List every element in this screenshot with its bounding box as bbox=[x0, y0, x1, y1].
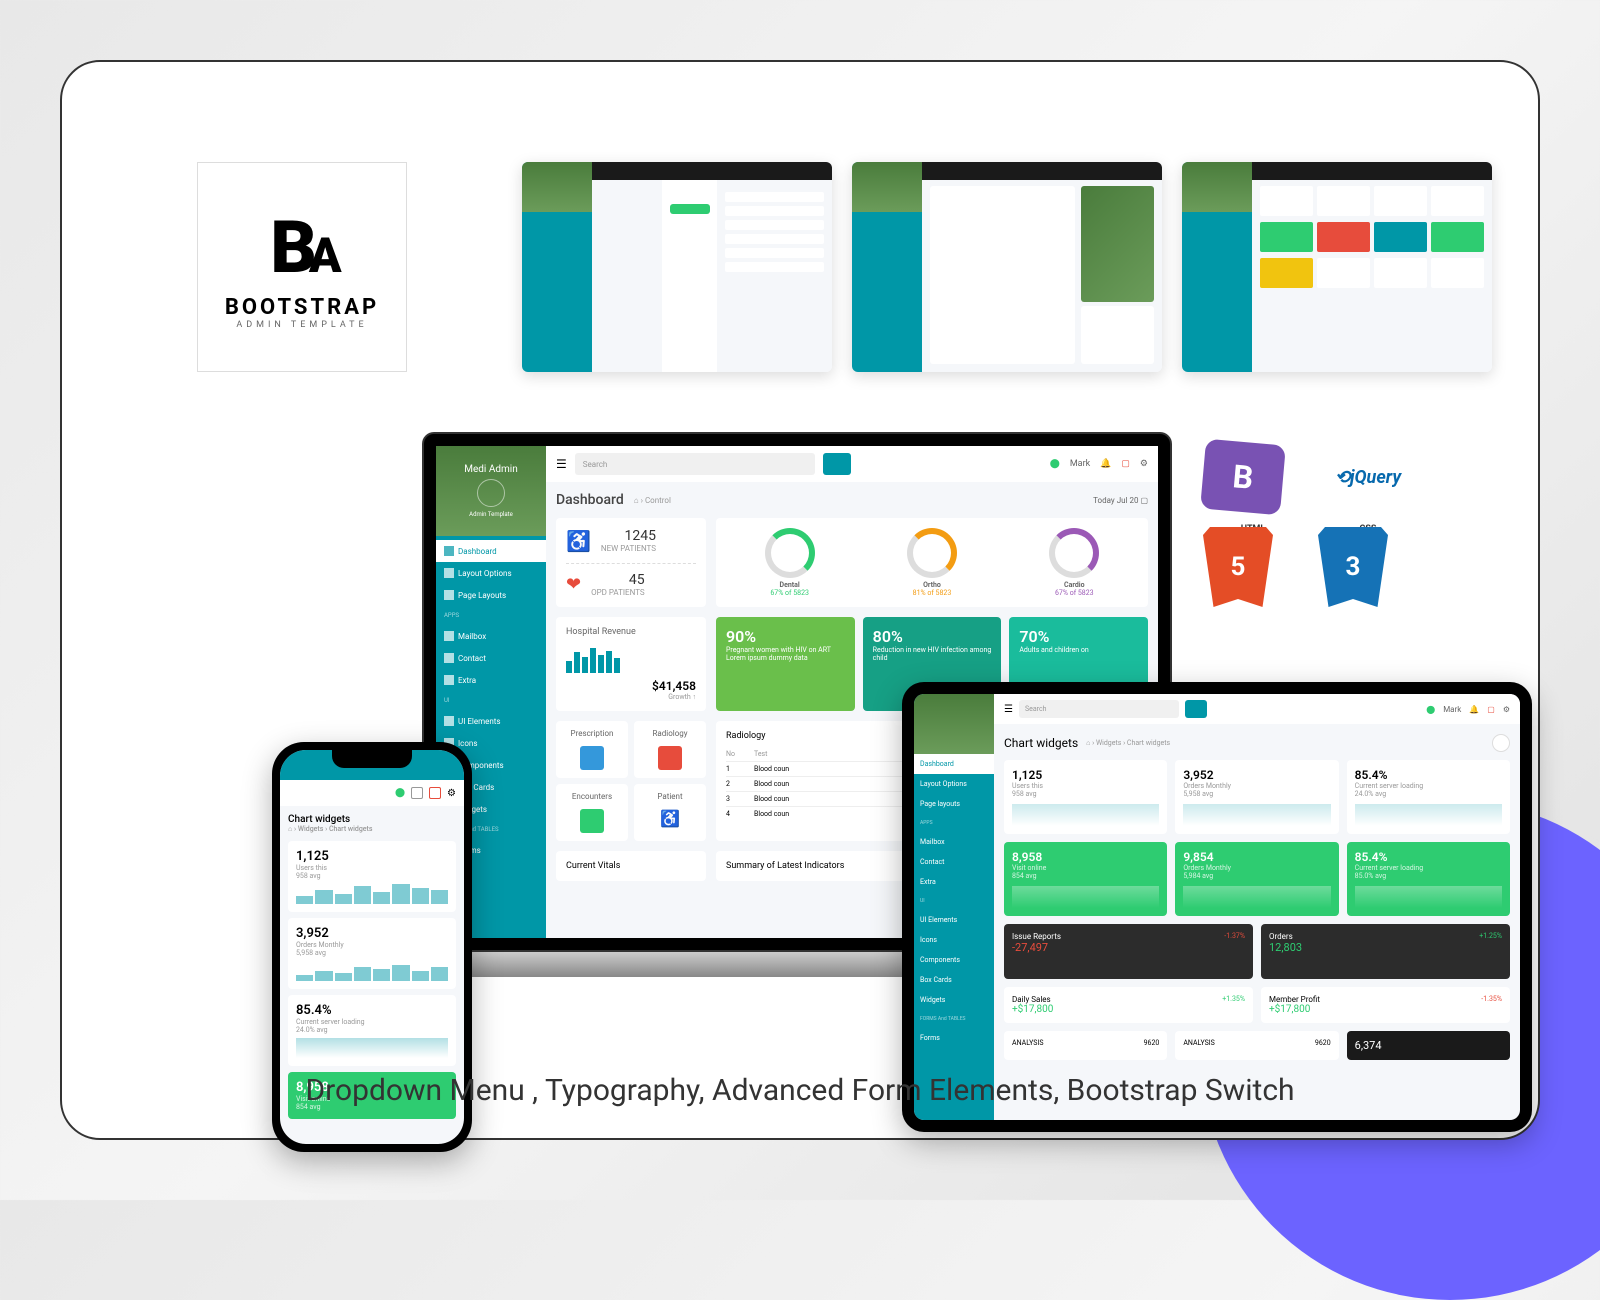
bootstrap-badge: B bbox=[1200, 439, 1286, 516]
search-button[interactable] bbox=[823, 453, 851, 475]
user-name[interactable]: Mark bbox=[1070, 459, 1090, 469]
nav-icons[interactable]: Icons bbox=[914, 930, 994, 950]
stat-card-orders: 3,952Orders Monthly5,958 avg bbox=[288, 918, 456, 989]
gear-icon[interactable]: ⚙ bbox=[447, 788, 456, 799]
stat-card-load: 85.4%Current server loading24.0% avg bbox=[288, 995, 456, 1066]
nav-extra[interactable]: Extra bbox=[436, 669, 546, 691]
nav-dashboard[interactable]: Dashboard bbox=[436, 540, 546, 562]
wheelchair-icon: ♿ bbox=[566, 529, 591, 553]
calendar-icon[interactable]: ▢ bbox=[1487, 705, 1495, 714]
thumbnail-row bbox=[522, 162, 1492, 372]
nav-mailbox[interactable]: Mailbox bbox=[914, 832, 994, 852]
bell-icon[interactable]: 🔔 bbox=[1100, 459, 1111, 469]
nav-ui-elements[interactable]: UI Elements bbox=[914, 910, 994, 930]
menu-icon[interactable]: ☰ bbox=[556, 457, 567, 471]
page-title: Chart widgets bbox=[1004, 736, 1078, 750]
css3-badge: 3 bbox=[1318, 527, 1388, 607]
tablet-mockup: Dashboard Layout Options Page layouts AP… bbox=[902, 682, 1532, 1132]
page-title: Dashboard bbox=[556, 492, 624, 508]
menu-icon[interactable]: ☰ bbox=[1004, 704, 1013, 715]
laptop-topbar: ☰ Search ⬤ Mark 🔔 ▢ ⚙ bbox=[546, 446, 1158, 482]
logo-box: BA BOOTSTRAP ADMIN TEMPLATE bbox=[197, 162, 407, 372]
page-title: Chart widgets bbox=[288, 814, 456, 825]
logo-subtitle: ADMIN TEMPLATE bbox=[236, 320, 367, 330]
nav-boxcards[interactable]: Box Cards bbox=[914, 970, 994, 990]
nav-ui-elements[interactable]: UI Elements bbox=[436, 710, 546, 732]
calendar-icon[interactable]: ▢ bbox=[1121, 459, 1130, 469]
calendar-icon[interactable] bbox=[429, 787, 441, 799]
nav-pagelayouts[interactable]: Page layouts bbox=[914, 794, 994, 814]
marketing-caption: Dropdown Menu , Typography, Advanced For… bbox=[62, 1073, 1538, 1108]
jquery-badge: ⟲ jQuery bbox=[1318, 442, 1418, 512]
nav-dashboard[interactable]: Dashboard bbox=[914, 754, 994, 774]
app-brand: Medi Admin bbox=[464, 464, 517, 475]
nav-forms[interactable]: Forms bbox=[914, 1028, 994, 1048]
bell-icon[interactable] bbox=[411, 787, 423, 799]
tablet-sidebar: Dashboard Layout Options Page layouts AP… bbox=[914, 694, 994, 1120]
nav-contact[interactable]: Contact bbox=[914, 852, 994, 872]
thumb-profile bbox=[852, 162, 1162, 372]
date-picker[interactable]: Today Jul 20 ▢ bbox=[1093, 496, 1148, 505]
nav-layout[interactable]: Layout Options bbox=[436, 562, 546, 584]
search-input[interactable]: Search bbox=[1019, 700, 1179, 718]
gear-icon[interactable]: ⚙ bbox=[1503, 705, 1510, 714]
nav-layout[interactable]: Layout Options bbox=[914, 774, 994, 794]
nav-components[interactable]: Components bbox=[914, 950, 994, 970]
logo-text: BOOTSTRAP bbox=[225, 295, 379, 320]
tech-badges: B ⟲ jQuery HTML5 CSS3 bbox=[1203, 442, 1418, 607]
bell-icon[interactable]: 🔔 bbox=[1469, 705, 1479, 714]
nav-widgets[interactable]: Widgets bbox=[914, 990, 994, 1010]
nav-extra[interactable]: Extra bbox=[914, 872, 994, 892]
nav-mailbox[interactable]: Mailbox bbox=[436, 625, 546, 647]
gear-icon[interactable]: ⚙ bbox=[1140, 459, 1148, 469]
html5-badge: 5 bbox=[1203, 527, 1273, 607]
collapse-icon[interactable] bbox=[1492, 734, 1510, 752]
logo-mark: BA bbox=[270, 205, 333, 290]
heart-icon: ❤ bbox=[566, 574, 581, 595]
search-button[interactable] bbox=[1185, 700, 1207, 718]
breadcrumb: ⌂ › Widgets › Chart widgets bbox=[288, 825, 456, 833]
search-input[interactable]: Search bbox=[575, 453, 815, 475]
thumb-tickets bbox=[1182, 162, 1492, 372]
nav-contact[interactable]: Contact bbox=[436, 647, 546, 669]
nav-page-layouts[interactable]: Page Layouts bbox=[436, 584, 546, 606]
stat-card-users: 1,125Users this958 avg bbox=[288, 841, 456, 912]
thumb-mailbox bbox=[522, 162, 832, 372]
